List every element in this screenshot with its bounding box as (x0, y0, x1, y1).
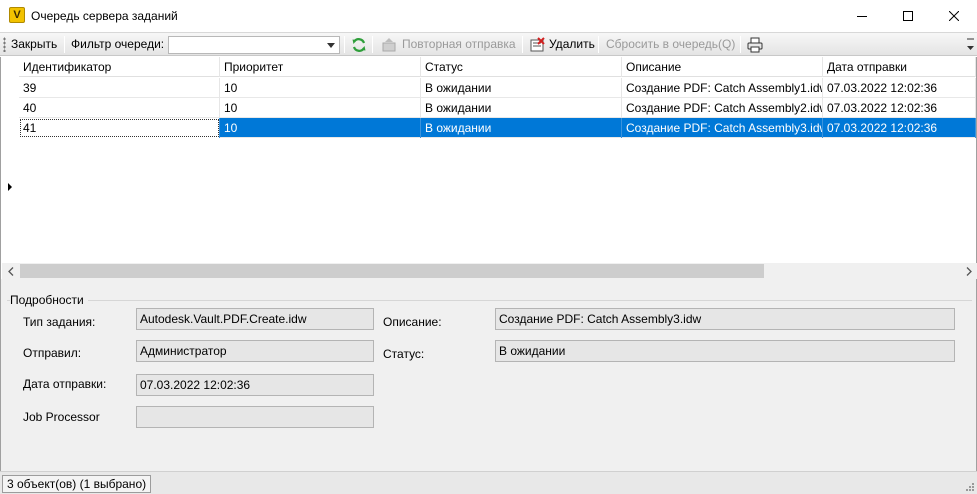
current-row-indicator-icon (8, 183, 12, 191)
column-header-description[interactable]: Описание (622, 57, 823, 77)
selection-summary: 3 объект(ов) (1 выбрано) (2, 475, 152, 493)
queue-filter-value (169, 38, 172, 52)
date-field[interactable]: 07.03.2022 12:02:36 (136, 374, 374, 396)
scroll-thumb[interactable] (20, 264, 764, 278)
chevron-left-icon (7, 266, 13, 276)
column-header-date[interactable]: Дата отправки (823, 57, 976, 77)
delete-button[interactable]: Удалить (549, 37, 595, 51)
toolbar-separator (344, 36, 345, 53)
cell-date[interactable]: 07.03.2022 12:02:36 (823, 118, 976, 138)
job-queue-grid[interactable]: Идентификатор Приоритет Статус Описание … (0, 57, 977, 279)
date-label: Дата отправки: (23, 377, 107, 391)
resize-grip-icon[interactable] (965, 482, 975, 492)
table-row-selected[interactable]: 41 10 В ожидании Создание PDF: Catch Ass… (19, 118, 976, 138)
app-icon[interactable]: V (9, 7, 25, 23)
cell-status[interactable]: В ожидании (421, 118, 622, 138)
table-row[interactable]: 39 10 В ожидании Создание PDF: Catch Ass… (19, 78, 976, 98)
job-processor-label: Job Processor (23, 410, 100, 424)
cell-priority[interactable]: 10 (220, 78, 421, 98)
minimize-button[interactable] (839, 0, 885, 32)
status-field[interactable]: В ожидании (495, 340, 955, 362)
print-icon[interactable] (747, 37, 763, 53)
toolbar: Закрыть Фильтр очереди: Повторная отправ… (0, 32, 977, 56)
row-header-column (2, 57, 19, 261)
group-divider (7, 300, 972, 301)
cell-priority[interactable]: 10 (220, 98, 421, 118)
delete-icon[interactable] (529, 37, 545, 53)
chevron-down-icon (327, 42, 335, 48)
cell-date[interactable]: 07.03.2022 12:02:36 (823, 98, 976, 118)
job-processor-field[interactable] (136, 406, 374, 428)
table-row[interactable]: 40 10 В ожидании Создание PDF: Catch Ass… (19, 98, 976, 118)
toolbar-separator (372, 36, 373, 53)
minimize-icon (857, 16, 867, 17)
reset-to-queue-button[interactable]: Сбросить в очередь(Q) (606, 37, 735, 51)
maximize-icon (903, 11, 913, 21)
close-button[interactable]: Закрыть (11, 37, 57, 51)
scroll-right-button[interactable] (960, 263, 977, 279)
sender-label: Отправил: (23, 346, 82, 360)
description-label: Описание: (383, 315, 442, 329)
description-field[interactable]: Создание PDF: Catch Assembly3.idw (495, 308, 955, 330)
window-title: Очередь сервера заданий (31, 9, 178, 23)
toolbar-separator (598, 36, 599, 53)
queue-filter-label: Фильтр очереди: (71, 37, 165, 51)
cell-status[interactable]: В ожидании (421, 98, 622, 118)
status-label: Статус: (383, 347, 425, 361)
toolbar-separator (64, 36, 65, 53)
cell-id[interactable]: 39 (19, 78, 220, 98)
toolbar-separator (740, 36, 741, 53)
title-bar: V Очередь сервера заданий (0, 0, 977, 32)
cell-description[interactable]: Создание PDF: Catch Assembly1.idw (622, 78, 823, 98)
close-icon (949, 11, 959, 21)
details-panel: Подробности Тип задания: Autodesk.Vault.… (0, 279, 977, 471)
close-window-button[interactable] (931, 0, 977, 32)
details-group-title: Подробности (10, 293, 88, 307)
cell-description[interactable]: Создание PDF: Catch Assembly2.idw (622, 98, 823, 118)
cell-status[interactable]: В ожидании (421, 78, 622, 98)
chevron-right-icon (966, 266, 972, 276)
column-header-status[interactable]: Статус (421, 57, 622, 77)
grid-header: Идентификатор Приоритет Статус Описание … (19, 57, 976, 77)
job-type-label: Тип задания: (23, 315, 96, 329)
job-type-field[interactable]: Autodesk.Vault.PDF.Create.idw (136, 308, 374, 330)
toolbar-grip[interactable] (3, 37, 6, 52)
cell-id[interactable]: 40 (19, 98, 220, 118)
scroll-left-button[interactable] (2, 263, 19, 279)
status-bar: 3 объект(ов) (1 выбрано) (0, 471, 977, 494)
horizontal-scrollbar[interactable] (2, 263, 977, 279)
cell-priority[interactable]: 10 (220, 118, 421, 138)
sender-field[interactable]: Администратор (136, 340, 374, 362)
maximize-button[interactable] (885, 0, 931, 32)
cell-id[interactable]: 41 (19, 118, 220, 138)
cell-date[interactable]: 07.03.2022 12:02:36 (823, 78, 976, 98)
combo-dropdown-button[interactable] (323, 37, 339, 53)
resend-icon[interactable] (381, 37, 397, 53)
column-header-priority[interactable]: Приоритет (220, 57, 421, 77)
toolbar-separator (522, 36, 523, 53)
refresh-icon[interactable] (351, 37, 367, 53)
toolbar-overflow-icon[interactable] (966, 36, 975, 54)
column-header-id[interactable]: Идентификатор (19, 57, 220, 77)
resend-button[interactable]: Повторная отправка (402, 37, 516, 51)
cell-description[interactable]: Создание PDF: Catch Assembly3.idw (622, 118, 823, 138)
queue-filter-combobox[interactable] (168, 36, 340, 54)
